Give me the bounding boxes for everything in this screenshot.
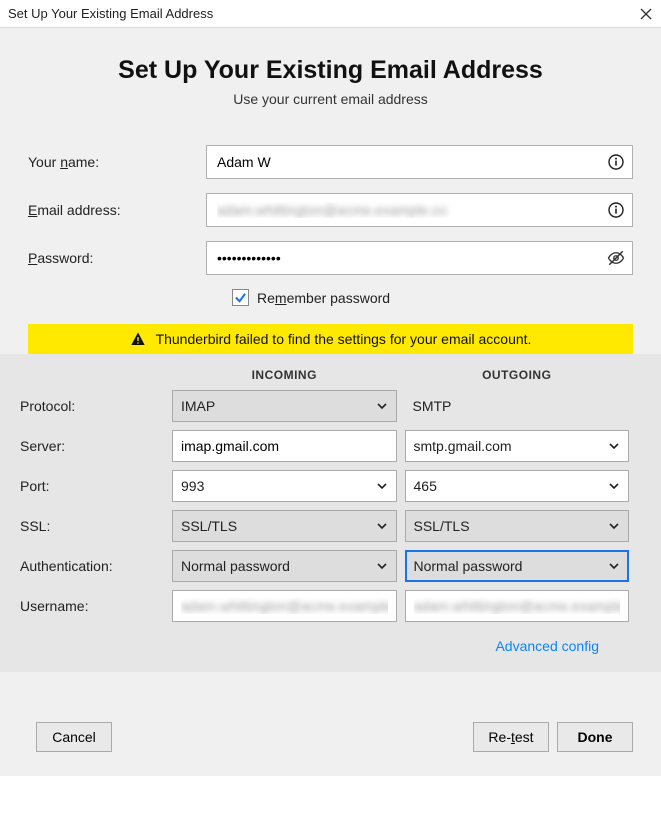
done-button[interactable]: Done xyxy=(557,722,633,752)
chevron-down-icon xyxy=(608,520,620,532)
email-input[interactable] xyxy=(206,193,633,227)
email-label: Email address: xyxy=(28,202,206,218)
outgoing-port-select[interactable]: 465 xyxy=(405,470,630,502)
chevron-down-icon xyxy=(608,560,620,572)
outgoing-header: OUTGOING xyxy=(401,368,634,382)
outgoing-auth-select[interactable]: Normal password xyxy=(405,550,630,582)
outgoing-server-select[interactable]: smtp.gmail.com xyxy=(405,430,630,462)
incoming-ssl-select[interactable]: SSL/TLS xyxy=(172,510,397,542)
advanced-config-link[interactable]: Advanced config xyxy=(495,638,599,654)
close-icon[interactable] xyxy=(639,7,653,21)
outgoing-username-input[interactable] xyxy=(405,590,630,622)
incoming-header: INCOMING xyxy=(168,368,401,382)
chevron-down-icon xyxy=(376,560,388,572)
name-label: Your name: xyxy=(28,154,206,170)
page-title: Set Up Your Existing Email Address xyxy=(0,56,661,85)
info-icon[interactable] xyxy=(607,201,625,219)
auth-label: Authentication: xyxy=(20,558,168,574)
warning-icon xyxy=(130,331,146,347)
outgoing-ssl-select[interactable]: SSL/TLS xyxy=(405,510,630,542)
incoming-auth-select[interactable]: Normal password xyxy=(172,550,397,582)
chevron-down-icon xyxy=(376,400,388,412)
server-label: Server: xyxy=(20,438,168,454)
retest-button[interactable]: Re-test xyxy=(473,722,549,752)
name-input[interactable] xyxy=(206,145,633,179)
info-icon[interactable] xyxy=(607,153,625,171)
warning-bar: Thunderbird failed to find the settings … xyxy=(28,324,633,354)
port-label: Port: xyxy=(20,478,168,494)
username-label: Username: xyxy=(20,598,168,614)
eye-off-icon[interactable] xyxy=(607,249,625,267)
chevron-down-icon xyxy=(376,480,388,492)
incoming-username-input[interactable] xyxy=(172,590,397,622)
incoming-port-select[interactable]: 993 xyxy=(172,470,397,502)
protocol-label: Protocol: xyxy=(20,398,168,414)
window-title: Set Up Your Existing Email Address xyxy=(8,6,213,21)
outgoing-protocol: SMTP xyxy=(405,390,630,422)
remember-password-checkbox[interactable] xyxy=(232,289,249,306)
chevron-down-icon xyxy=(376,520,388,532)
remember-password-label: Remember password xyxy=(257,290,390,306)
password-input[interactable] xyxy=(206,241,633,275)
password-label: Password: xyxy=(28,250,206,266)
incoming-server-input[interactable] xyxy=(172,430,397,462)
incoming-protocol-select[interactable]: IMAP xyxy=(172,390,397,422)
chevron-down-icon xyxy=(608,480,620,492)
ssl-label: SSL: xyxy=(20,518,168,534)
chevron-down-icon xyxy=(608,440,620,452)
cancel-button[interactable]: Cancel xyxy=(36,722,112,752)
page-subtitle: Use your current email address xyxy=(0,91,661,107)
